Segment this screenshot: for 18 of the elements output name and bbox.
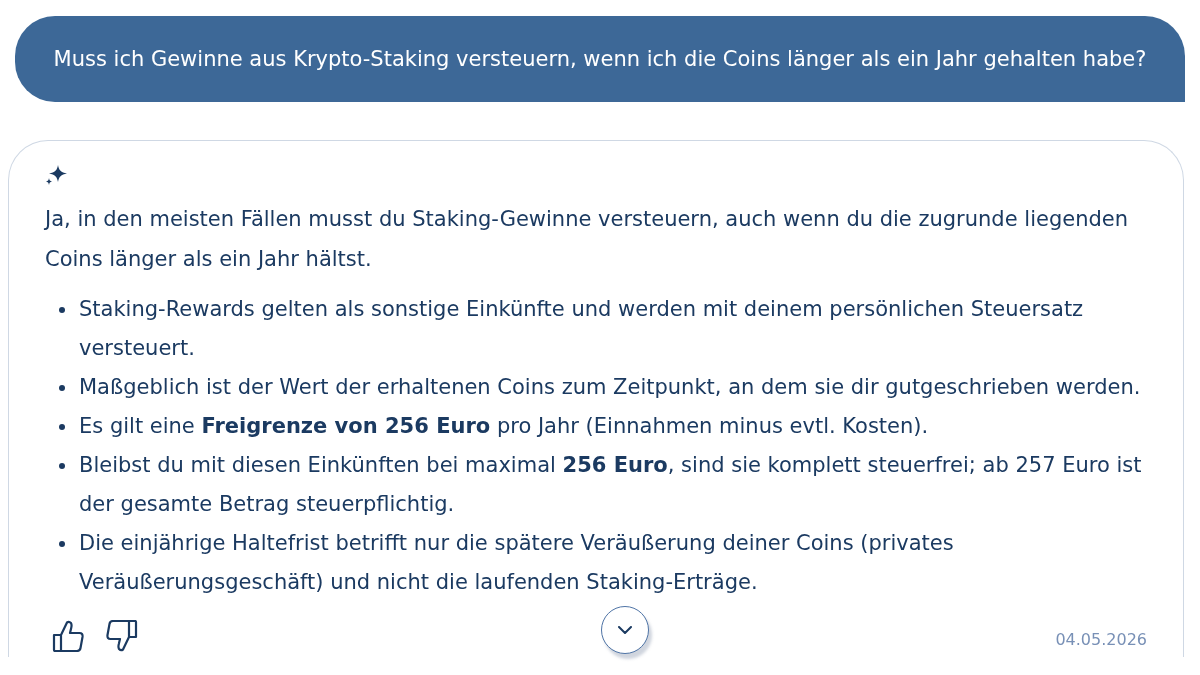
sparkle-icon [45, 165, 67, 187]
message-date: 04.05.2026 [1055, 629, 1147, 649]
bullet-icon [59, 307, 65, 313]
list-item-text: Die einjährige Haltefrist betrifft nur die spätere Veräußerung deiner Coins (privates Veräußerungsgeschäft) und nicht die laufenden Staking-Erträge. [79, 530, 955, 596]
bullet-icon [59, 463, 65, 469]
answer-intro-text: Ja, in den meisten Fällen musst du Staking-Gewinne versteuern, auch wenn du die zugrunde liegenden Coins länger als ein Jahr hältst. [45, 206, 1129, 273]
scroll-down-button[interactable] [601, 606, 649, 654]
thumbs-up-icon [52, 620, 84, 652]
thumbs-down-icon [106, 620, 138, 652]
bullet-icon [59, 541, 65, 547]
bullet-icon [59, 385, 65, 391]
list-item-text: Bleibst du mit diesen Einkünften bei maximal 256 Euro, sind sie komplett steuerfrei; ab 257 Euro ist der gesamte Betrag steuerpflichtig. [79, 452, 1143, 518]
user-message-text: Muss ich Gewinne aus Krypto-Staking versteuern, wenn ich die Coins länger als ein Jahr gehalten habe? [53, 47, 1147, 71]
list-item-text: Maßgeblich ist der Wert der erhaltenen Coins zum Zeitpunkt, an dem sie dir gutgeschrieben werden. [79, 374, 1141, 401]
list-item-text: Es gilt eine Freigrenze von 256 Euro pro Jahr (Einnahmen minus evtl. Kosten). [79, 413, 929, 440]
list-item-text: Staking-Rewards gelten als sonstige Einkünfte und werden mit deinem persönlichen Steuersatz versteuert. [79, 296, 1085, 362]
bullet-icon [59, 424, 65, 430]
chevron-down-icon [618, 626, 632, 634]
